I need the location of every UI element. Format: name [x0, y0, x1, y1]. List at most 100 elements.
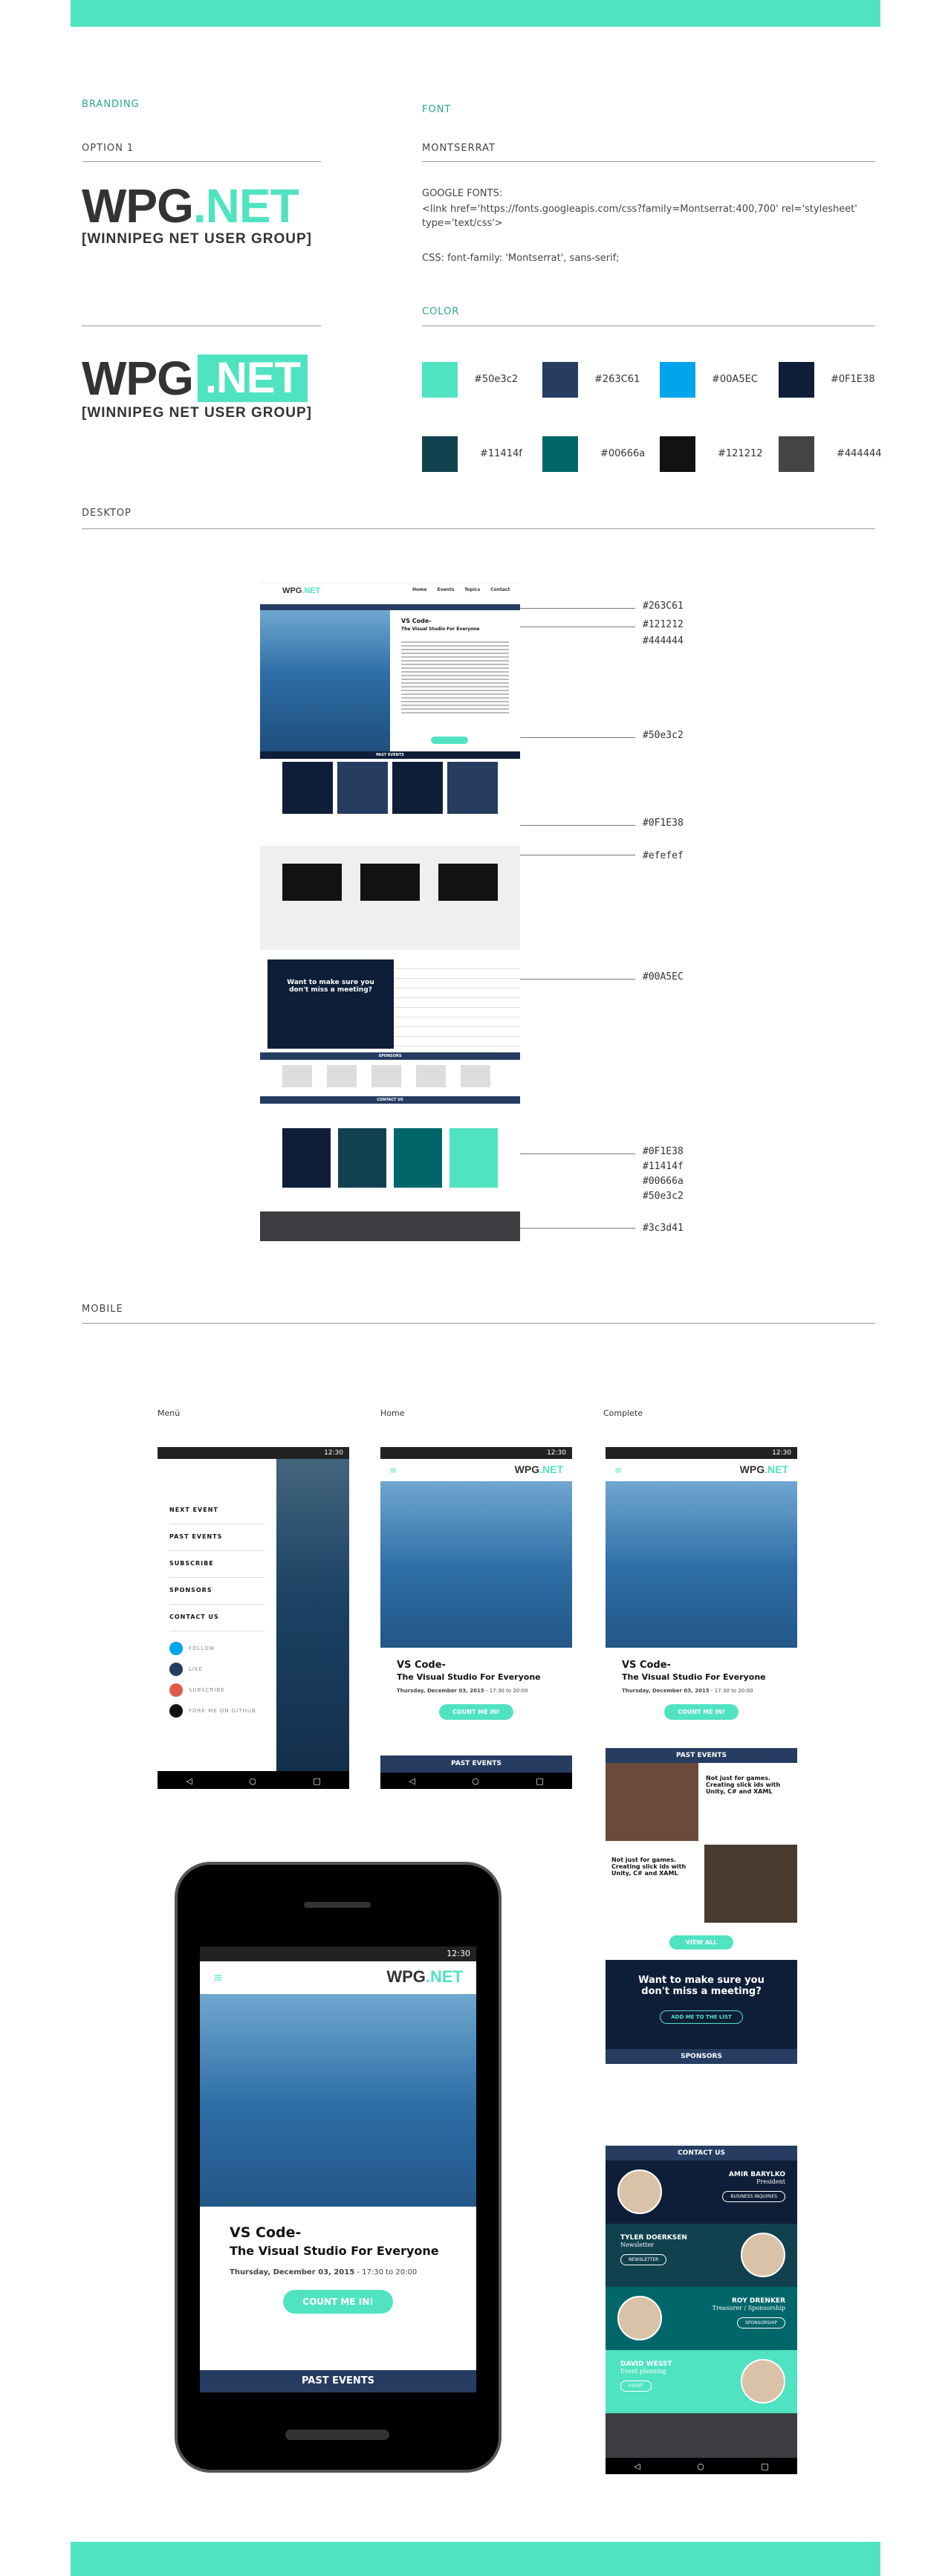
contact-card: DAVID WESST Event planning EVENT [606, 2350, 797, 2413]
desktop-past-events-band: PAST EVENTS [260, 751, 520, 759]
home-icon[interactable]: ○ [697, 2462, 704, 2471]
mobile-heading: MOBILE [82, 1304, 123, 1315]
contact-card: AMIR BARYLKO President BUSINESS INQUIRIES [606, 2161, 797, 2224]
nav-events[interactable]: Events [437, 587, 454, 592]
annotation-line [520, 1153, 635, 1154]
complete-meeting: Want to make sure you don't miss a meeti… [606, 1960, 797, 2049]
color-annotation: #00666a [643, 1176, 684, 1187]
android-nav: ◁ ○ □ [158, 1773, 349, 1789]
google-fonts-link: <link href='https://fonts.googleapis.com… [422, 204, 857, 229]
color-swatch [422, 362, 458, 398]
big-header: WPG.NET ≡ [213, 1967, 463, 1986]
home-icon[interactable]: ○ [249, 1776, 256, 1786]
color-swatch [542, 362, 578, 398]
desktop-cta[interactable] [431, 737, 468, 744]
social-link[interactable]: FORK ME ON GITHUB [169, 1704, 264, 1718]
home-event-card: VS Code- The Visual Studio For Everyone … [380, 1648, 572, 1755]
big-event-sub: The Visual Studio For Everyone [230, 2244, 439, 2258]
contact-name: AMIR BARYLKO [728, 2171, 785, 2178]
contact-people: AMIR BARYLKO President BUSINESS INQUIRIES T… [606, 2161, 797, 2413]
contact-button[interactable]: EVENT [620, 2381, 652, 2392]
desktop-topbar [260, 575, 520, 583]
status-bar-home: 12:30 [380, 1447, 572, 1459]
big-past-events[interactable]: PAST EVENTS [200, 2370, 476, 2392]
home-count-me-in-button[interactable]: COUNT ME IN! [439, 1704, 513, 1720]
desktop-sponsor-logos [282, 1065, 498, 1087]
nav-topics[interactable]: Topics [464, 587, 480, 592]
annotation-line [520, 825, 635, 826]
label-complete: Complete [603, 1408, 643, 1418]
menu-item[interactable]: SUBSCRIBE [169, 1551, 264, 1578]
back-icon[interactable]: ◁ [634, 2462, 640, 2471]
phone-speaker [304, 1902, 371, 1908]
color-swatch [660, 436, 695, 472]
social-label: FOLLOW [189, 1645, 215, 1651]
big-hamburger-icon[interactable]: ≡ [213, 1970, 223, 1984]
menu-bg-photo [273, 1459, 349, 1771]
color-annotation: #50e3c2 [643, 730, 684, 741]
menu-item[interactable]: CONTACT US [169, 1605, 264, 1631]
home-event-title: VS Code- [397, 1660, 446, 1671]
logo-subtitle-2: [WINNIPEG NET USER GROUP] [82, 405, 313, 421]
contact-button[interactable]: SPONSORSHIP [736, 2317, 785, 2329]
contact-role: President [756, 2178, 785, 2185]
font-divider [422, 161, 875, 162]
menu-item[interactable]: PAST EVENTS [169, 1524, 264, 1551]
desktop-heading: DESKTOP [82, 508, 132, 519]
contact-button[interactable]: NEWSLETTER [620, 2254, 667, 2265]
recents-icon[interactable]: □ [536, 1776, 543, 1786]
avatar [617, 2296, 662, 2340]
complete-events: Not just for games. Creating slick ids w… [606, 1763, 797, 1923]
annotation-line [520, 737, 635, 738]
desktop-mockup: WPG.NET Home Events Topics Contact VS Co… [260, 575, 520, 1241]
back-icon[interactable]: ◁ [186, 1776, 192, 1786]
social-link[interactable]: FOLLOW [169, 1642, 264, 1655]
nav-home[interactable]: Home [412, 587, 426, 592]
hamburger-icon[interactable]: ≡ [614, 1465, 622, 1475]
label-home: Home [380, 1408, 405, 1418]
menu-item[interactable]: NEXT EVENT [169, 1498, 264, 1524]
phone-menu: 12:30 NEXT EVENT PAST EVENTS SUBSCRIBE SPON… [158, 1447, 349, 1789]
color-swatch-label: #444444 [837, 448, 882, 459]
social-label: FORK ME ON GITHUB [189, 1708, 256, 1714]
color-swatch [422, 436, 458, 472]
home-icon[interactable]: ○ [472, 1776, 479, 1786]
home-event-time: - 17:30 to 20:00 [485, 1688, 528, 1694]
home-event-sub: The Visual Studio For Everyone [397, 1672, 541, 1682]
view-all-button[interactable]: VIEW ALL [669, 1935, 734, 1949]
color-swatch-label: #11414f [480, 448, 522, 459]
color-annotation: #50e3c2 [643, 1191, 684, 1202]
complete-view-all-wrap: VIEW ALL [606, 1923, 797, 1960]
event-2-title: Not just for games. Creating slick ids w… [611, 1857, 687, 1877]
color-heading: COLOR [422, 306, 460, 317]
nav-contact[interactable]: Contact [490, 587, 510, 592]
social-link[interactable]: LIKE [169, 1663, 264, 1676]
hamburger-icon[interactable]: ≡ [389, 1465, 397, 1475]
desktop-events-row [282, 762, 498, 814]
contact-button[interactable]: BUSINESS INQUIRIES [722, 2191, 785, 2202]
phone-home-button [285, 2430, 389, 2440]
complete-sponsor-logos [606, 2064, 797, 2146]
home-photo [380, 1481, 572, 1674]
big-count-me-in-button[interactable]: COUNT ME IN! [283, 2290, 393, 2314]
complete-footer [606, 2413, 797, 2458]
home-past-events[interactable]: PAST EVENTS [380, 1755, 572, 1773]
annotation-line [520, 979, 635, 980]
add-me-button[interactable]: ADD ME TO THE LIST [660, 2010, 743, 2024]
logo-option-2: WPG .NET [WINNIPEG NET USER GROUP] [82, 355, 312, 421]
recents-icon[interactable]: □ [313, 1776, 320, 1786]
color-swatch-label: #50e3c2 [474, 374, 519, 385]
recents-icon[interactable]: □ [761, 2462, 768, 2471]
social-icon [169, 1663, 183, 1676]
color-swatch-label: #121212 [718, 448, 763, 459]
social-icon [169, 1642, 183, 1655]
color-swatch [542, 436, 578, 472]
complete-count-me-in-button[interactable]: COUNT ME IN! [664, 1704, 739, 1720]
drawer: NEXT EVENT PAST EVENTS SUBSCRIBE SPONSORS CO… [158, 1459, 276, 1771]
bottom-accent-bar [71, 2542, 880, 2576]
desktop-divider [82, 528, 875, 529]
back-icon[interactable]: ◁ [409, 1776, 415, 1786]
annotation-line [520, 608, 635, 609]
social-link[interactable]: SUBSCRIBE [169, 1683, 264, 1697]
menu-item[interactable]: SPONSORS [169, 1578, 264, 1605]
